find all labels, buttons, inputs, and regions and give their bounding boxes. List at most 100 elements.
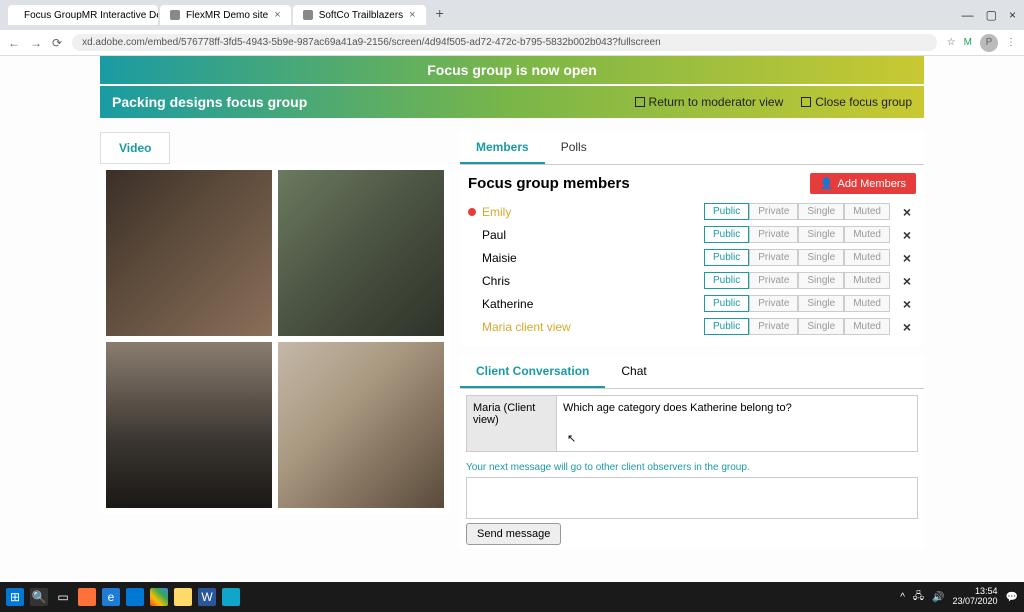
- mode-public[interactable]: Public: [704, 295, 749, 312]
- profile-avatar[interactable]: P: [980, 34, 998, 52]
- browser-tab[interactable]: SoftCo Trailblazers×: [293, 5, 426, 25]
- members-heading: Focus group members: [468, 175, 630, 192]
- tab-client-conversation[interactable]: Client Conversation: [460, 356, 605, 388]
- member-name: Katherine: [482, 297, 704, 311]
- back-icon[interactable]: ←: [8, 36, 20, 50]
- mode-muted[interactable]: Muted: [844, 272, 890, 289]
- status-dot: [468, 277, 476, 285]
- return-moderator-link[interactable]: Return to moderator view: [635, 95, 784, 109]
- mode-muted[interactable]: Muted: [844, 226, 890, 243]
- title-banner: Packing designs focus group Return to mo…: [100, 86, 924, 118]
- mode-private[interactable]: Private: [749, 272, 798, 289]
- notifications-icon[interactable]: 💬: [1006, 592, 1018, 603]
- member-row: Maisie Public Private Single Muted ×: [468, 246, 916, 269]
- mode-muted[interactable]: Muted: [844, 249, 890, 266]
- member-row: Chris Public Private Single Muted ×: [468, 269, 916, 292]
- page-title: Packing designs focus group: [112, 94, 307, 110]
- mode-single[interactable]: Single: [798, 249, 844, 266]
- member-row: Emily Public Private Single Muted ×: [468, 200, 916, 223]
- chrome-icon[interactable]: [150, 588, 168, 606]
- mode-group: Public Private Single Muted: [704, 203, 890, 220]
- tab-polls[interactable]: Polls: [545, 132, 603, 164]
- tab-video[interactable]: Video: [100, 132, 170, 164]
- mode-private[interactable]: Private: [749, 318, 798, 335]
- browser-tab[interactable]: FlexMR Demo site×: [160, 5, 291, 25]
- forward-icon[interactable]: →: [30, 36, 42, 50]
- reload-icon[interactable]: ⟳: [52, 36, 62, 50]
- remove-member-icon[interactable]: ×: [898, 296, 916, 312]
- participant-video[interactable]: [106, 342, 272, 508]
- send-message-button[interactable]: Send message: [466, 523, 561, 545]
- cursor-icon: ↖: [567, 432, 576, 445]
- member-row: Maria client view Public Private Single …: [468, 315, 916, 338]
- mode-group: Public Private Single Muted: [704, 249, 890, 266]
- edge-icon[interactable]: [126, 588, 144, 606]
- status-dot: [468, 254, 476, 262]
- mode-public[interactable]: Public: [704, 203, 749, 220]
- mode-group: Public Private Single Muted: [704, 272, 890, 289]
- status-dot: [468, 300, 476, 308]
- firefox-icon[interactable]: [78, 588, 96, 606]
- participant-video[interactable]: [106, 170, 272, 336]
- remove-member-icon[interactable]: ×: [898, 250, 916, 266]
- chat-message: Maria (Client view) Which age category d…: [466, 395, 918, 452]
- new-tab-button[interactable]: +: [428, 5, 452, 25]
- tab-chat[interactable]: Chat: [605, 356, 662, 388]
- bookmark-icon[interactable]: ☆: [947, 37, 956, 48]
- mode-private[interactable]: Private: [749, 226, 798, 243]
- app-icon[interactable]: [222, 588, 240, 606]
- status-dot: [468, 231, 476, 239]
- tray-chevron-icon[interactable]: ^: [900, 592, 905, 603]
- member-name: Chris: [482, 274, 704, 288]
- remove-member-icon[interactable]: ×: [898, 273, 916, 289]
- mode-public[interactable]: Public: [704, 249, 749, 266]
- participant-video[interactable]: [278, 170, 444, 336]
- tab-members[interactable]: Members: [460, 132, 545, 164]
- message-input[interactable]: [466, 477, 918, 519]
- maximize-icon[interactable]: ▢: [986, 8, 997, 22]
- mode-group: Public Private Single Muted: [704, 295, 890, 312]
- add-members-button[interactable]: 👤Add Members: [810, 173, 916, 194]
- remove-member-icon[interactable]: ×: [898, 204, 916, 220]
- mode-muted[interactable]: Muted: [844, 318, 890, 335]
- task-view-icon[interactable]: ▭: [54, 588, 72, 606]
- close-focus-group-link[interactable]: Close focus group: [801, 95, 912, 109]
- remove-member-icon[interactable]: ×: [898, 227, 916, 243]
- mode-private[interactable]: Private: [749, 249, 798, 266]
- mode-public[interactable]: Public: [704, 272, 749, 289]
- message-hint: Your next message will go to other clien…: [460, 458, 924, 477]
- mode-single[interactable]: Single: [798, 203, 844, 220]
- close-icon[interactable]: ×: [409, 9, 415, 21]
- volume-icon[interactable]: 🔊: [932, 592, 944, 603]
- search-icon[interactable]: 🔍: [30, 588, 48, 606]
- explorer-icon[interactable]: [174, 588, 192, 606]
- start-icon[interactable]: ⊞: [6, 588, 24, 606]
- word-icon[interactable]: W: [198, 588, 216, 606]
- status-dot: [468, 208, 476, 216]
- url-field[interactable]: xd.adobe.com/embed/576778ff-3fd5-4943-5b…: [72, 34, 937, 51]
- clock[interactable]: 13:54 23/07/2020: [953, 587, 998, 607]
- mode-public[interactable]: Public: [704, 318, 749, 335]
- mode-single[interactable]: Single: [798, 318, 844, 335]
- close-icon[interactable]: ×: [1009, 8, 1016, 22]
- network-icon[interactable]: 🖧: [913, 589, 924, 606]
- close-icon[interactable]: ×: [274, 9, 280, 21]
- mode-single[interactable]: Single: [798, 295, 844, 312]
- mode-private[interactable]: Private: [749, 203, 798, 220]
- mode-single[interactable]: Single: [798, 226, 844, 243]
- mode-single[interactable]: Single: [798, 272, 844, 289]
- minimize-icon[interactable]: —: [962, 8, 974, 22]
- ie-icon[interactable]: e: [102, 588, 120, 606]
- mode-private[interactable]: Private: [749, 295, 798, 312]
- add-user-icon: 👤: [820, 177, 834, 190]
- participant-video[interactable]: [278, 342, 444, 508]
- browser-tab[interactable]: Focus GroupMR Interactive Dem×: [8, 5, 158, 25]
- menu-icon[interactable]: ⋮: [1006, 37, 1016, 48]
- message-sender: Maria (Client view): [467, 396, 557, 451]
- mode-muted[interactable]: Muted: [844, 203, 890, 220]
- member-name: Paul: [482, 228, 704, 242]
- extension-icon[interactable]: M: [964, 37, 972, 48]
- mode-muted[interactable]: Muted: [844, 295, 890, 312]
- remove-member-icon[interactable]: ×: [898, 319, 916, 335]
- mode-public[interactable]: Public: [704, 226, 749, 243]
